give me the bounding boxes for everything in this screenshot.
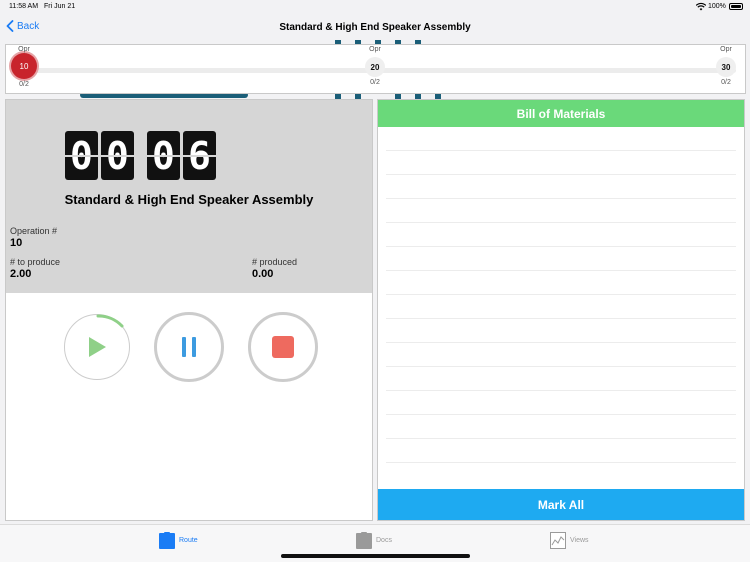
wifi-icon bbox=[696, 2, 706, 11]
operation-value: 10 bbox=[10, 237, 23, 249]
timer-digit: 0 bbox=[147, 131, 180, 180]
bom-row bbox=[386, 175, 736, 199]
bom-row bbox=[386, 391, 736, 415]
docs-icon bbox=[356, 532, 372, 549]
tab-label: Views bbox=[570, 537, 589, 544]
route-op-label: Opr bbox=[369, 46, 381, 53]
produced-value: 0.00 bbox=[252, 268, 274, 280]
progress-ring bbox=[96, 314, 124, 328]
battery-percent: 100% bbox=[708, 3, 726, 10]
to-produce-value: 2.00 bbox=[10, 268, 32, 280]
bom-row bbox=[386, 367, 736, 391]
route-op-node[interactable]: 20 bbox=[365, 57, 385, 77]
tab-label: Docs bbox=[376, 537, 392, 544]
bom-row bbox=[386, 415, 736, 439]
route-op-count: 0/2 bbox=[19, 81, 29, 88]
bom-row bbox=[386, 223, 736, 247]
bom-row bbox=[386, 127, 736, 151]
tab-route[interactable]: Route bbox=[159, 532, 198, 549]
route-icon bbox=[159, 532, 175, 549]
stop-button[interactable] bbox=[248, 312, 318, 382]
timer-digit: 0 bbox=[65, 131, 98, 180]
route-op-10[interactable]: Opr 10 0/2 bbox=[4, 46, 44, 88]
operation-panel: 0 0 0 6 Standard & High End Speaker Asse… bbox=[5, 99, 373, 521]
tab-views[interactable]: Views bbox=[550, 532, 589, 549]
tab-docs[interactable]: Docs bbox=[356, 532, 392, 549]
route-op-label: Opr bbox=[720, 46, 732, 53]
route-op-20[interactable]: Opr 20 0/2 bbox=[355, 46, 395, 86]
timer-minutes: 0 0 bbox=[65, 131, 134, 180]
status-date: Fri Jun 21 bbox=[44, 3, 76, 10]
bom-row bbox=[386, 295, 736, 319]
bom-row bbox=[386, 271, 736, 295]
operation-route: Opr 10 0/2 Opr 20 0/2 Opr 30 0/2 bbox=[5, 44, 746, 94]
timer-digit: 6 bbox=[183, 131, 216, 180]
job-title: Standard & High End Speaker Assembly bbox=[64, 192, 314, 207]
bom-list bbox=[386, 127, 736, 489]
nav-bar: Back Standard & High End Speaker Assembl… bbox=[0, 14, 750, 42]
route-op-node[interactable]: 30 bbox=[716, 57, 736, 77]
bom-row bbox=[386, 343, 736, 367]
timer-digit: 0 bbox=[101, 131, 134, 180]
route-op-count: 0/2 bbox=[721, 79, 731, 86]
chart-icon bbox=[550, 532, 566, 549]
mark-all-button[interactable]: Mark All bbox=[378, 489, 744, 520]
pause-icon bbox=[182, 337, 196, 357]
produced-field: # produced 0.00 bbox=[252, 257, 297, 280]
pause-button[interactable] bbox=[154, 312, 224, 382]
operation-field: Operation # 10 bbox=[10, 226, 57, 249]
play-button[interactable] bbox=[64, 314, 130, 380]
operation-label: Operation # bbox=[10, 226, 58, 236]
bom-row bbox=[386, 151, 736, 175]
bom-row bbox=[386, 247, 736, 271]
to-produce-field: # to produce 2.00 bbox=[10, 257, 60, 280]
timer-seconds: 0 6 bbox=[147, 131, 216, 180]
bom-row bbox=[386, 439, 736, 463]
job-info: 0 0 0 6 Standard & High End Speaker Asse… bbox=[6, 100, 372, 293]
route-op-node[interactable]: 10 bbox=[11, 53, 37, 79]
battery-icon bbox=[729, 3, 743, 10]
tab-label: Route bbox=[179, 537, 198, 544]
bom-row bbox=[386, 199, 736, 223]
status-bar: 11:58 AM Fri Jun 21 100% bbox=[0, 0, 750, 14]
stop-icon bbox=[272, 336, 294, 358]
to-produce-label: # to produce bbox=[10, 257, 61, 267]
tab-bar: Route Docs Views bbox=[0, 524, 750, 562]
bom-header: Bill of Materials bbox=[378, 100, 744, 127]
route-op-30[interactable]: Opr 30 0/2 bbox=[706, 46, 746, 86]
bom-panel: Bill of Materials Mark All bbox=[377, 99, 745, 521]
status-time: 11:58 AM bbox=[9, 3, 39, 10]
page-title: Standard & High End Speaker Assembly bbox=[279, 22, 471, 33]
home-indicator bbox=[281, 554, 470, 558]
route-op-label: Opr bbox=[18, 46, 30, 53]
route-op-count: 0/2 bbox=[370, 79, 380, 86]
produced-label: # produced bbox=[252, 257, 298, 267]
bom-row bbox=[386, 319, 736, 343]
